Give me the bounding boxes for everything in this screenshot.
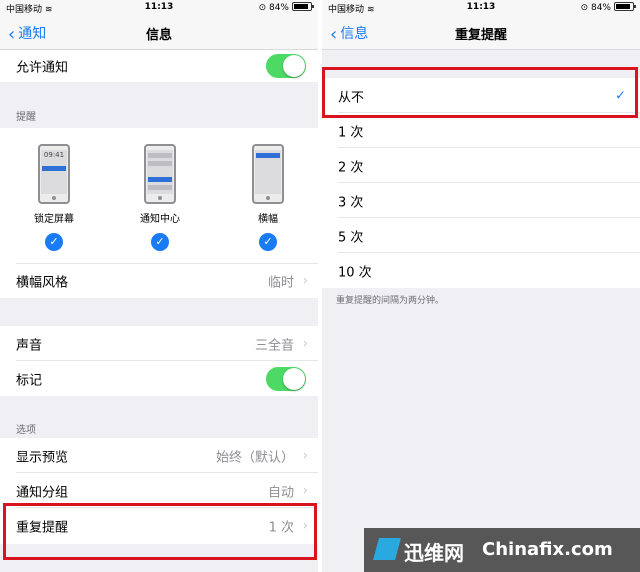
sounds-label: 声音 bbox=[16, 338, 43, 353]
battery-icon bbox=[292, 2, 314, 11]
style-notification-center[interactable]: 通知中心 ✓ bbox=[120, 144, 200, 251]
show-previews-row[interactable]: 显示预览 始终（默认） › bbox=[0, 438, 318, 473]
lock-screen-clock: 09:41 bbox=[43, 151, 65, 159]
checkmark-icon[interactable]: ✓ bbox=[259, 233, 277, 251]
grouping-label: 通知分组 bbox=[16, 485, 69, 500]
repeat-option-10[interactable]: 10 次 bbox=[322, 253, 640, 288]
chinafix-logo-icon bbox=[373, 538, 401, 560]
repeat-option-3[interactable]: 3 次 bbox=[322, 183, 640, 218]
page-title: 重复提醒 bbox=[454, 28, 507, 43]
messages-settings-screen: 中国移动 ≋ 11:13 ⊙ 84% ‹ 通知 信息 允许通知 提醒 09:41 锁… bbox=[0, 0, 318, 572]
options-section-header: 选项 bbox=[16, 425, 36, 436]
page-title: 信息 bbox=[145, 28, 172, 43]
allow-notifications-label: 允许通知 bbox=[16, 60, 69, 76]
chevron-right-icon: › bbox=[302, 336, 308, 351]
banner-phone-icon bbox=[252, 144, 284, 204]
repeat-option-1[interactable]: 1 次 bbox=[322, 113, 640, 148]
style-label: 通知中心 bbox=[140, 214, 180, 225]
lock-screen-phone-icon: 09:41 bbox=[38, 144, 70, 204]
alerts-section-header: 提醒 bbox=[16, 112, 36, 123]
option-label: 5 次 bbox=[338, 230, 364, 245]
chevron-right-icon: › bbox=[302, 273, 308, 289]
allow-notifications-toggle[interactable] bbox=[266, 54, 306, 78]
banner-style-label: 横幅风格 bbox=[16, 275, 69, 291]
nav-bar: ‹ 通知 信息 bbox=[0, 16, 318, 50]
repeat-alerts-footer: 重复提醒的间隔为两分钟。 bbox=[336, 296, 445, 306]
badges-toggle[interactable] bbox=[266, 366, 306, 391]
battery-percent: 84% bbox=[268, 3, 289, 13]
style-lock-screen[interactable]: 09:41 锁定屏幕 ✓ bbox=[14, 144, 94, 251]
chevron-right-icon: › bbox=[302, 448, 308, 463]
style-label: 锁定屏幕 bbox=[34, 214, 74, 225]
option-label: 1 次 bbox=[338, 125, 364, 140]
watermark-cn: 迅维网 bbox=[404, 541, 464, 565]
battery-percent: 84% bbox=[590, 3, 611, 13]
banner-style-value: 临时 bbox=[267, 275, 294, 291]
repeat-option-2[interactable]: 2 次 bbox=[322, 148, 640, 183]
status-bar: 中国移动 ≋ 11:13 ⊙ 84% bbox=[322, 0, 640, 16]
show-previews-value: 始终（默认） bbox=[215, 450, 294, 465]
lock-rotation-icon: ⊙ bbox=[580, 3, 589, 13]
sounds-value: 三全音 bbox=[254, 338, 294, 353]
allow-notifications-row: 允许通知 bbox=[0, 50, 318, 82]
repeat-option-5[interactable]: 5 次 bbox=[322, 218, 640, 253]
battery-icon bbox=[614, 2, 636, 11]
grouping-value: 自动 bbox=[267, 485, 294, 500]
show-previews-label: 显示预览 bbox=[16, 450, 69, 465]
style-label: 横幅 bbox=[258, 214, 278, 225]
repeat-alerts-screen: 中国移动 ≋ 11:13 ⊙ 84% ‹ 信息 重复提醒 从不 ✓ 1 次 2 次 … bbox=[322, 0, 640, 572]
checkmark-icon[interactable]: ✓ bbox=[45, 233, 63, 251]
option-label: 2 次 bbox=[338, 160, 364, 175]
option-label: 3 次 bbox=[338, 195, 364, 210]
banner-style-row[interactable]: 横幅风格 临时 › bbox=[0, 264, 318, 298]
watermark: 迅维网 Chinafix.com bbox=[364, 528, 640, 572]
status-bar: 中国移动 ≋ 11:13 ⊙ 84% bbox=[0, 0, 318, 16]
never-option-highlight bbox=[322, 67, 638, 118]
alert-styles: 09:41 锁定屏幕 ✓ 通知中心 ✓ 横幅 ✓ bbox=[0, 128, 318, 264]
notification-center-phone-icon bbox=[144, 144, 176, 204]
nav-bar: ‹ 信息 重复提醒 bbox=[322, 16, 640, 50]
sounds-row[interactable]: 声音 三全音 › bbox=[0, 326, 318, 361]
checkmark-icon[interactable]: ✓ bbox=[151, 233, 169, 251]
chevron-right-icon: › bbox=[302, 483, 308, 498]
watermark-en: Chinafix.com bbox=[482, 539, 613, 560]
repeat-alerts-highlight bbox=[3, 503, 317, 560]
style-banner[interactable]: 横幅 ✓ bbox=[228, 144, 308, 251]
option-label: 10 次 bbox=[338, 265, 372, 280]
badges-row: 标记 bbox=[0, 361, 318, 396]
badges-label: 标记 bbox=[16, 373, 43, 388]
lock-rotation-icon: ⊙ bbox=[258, 3, 267, 13]
